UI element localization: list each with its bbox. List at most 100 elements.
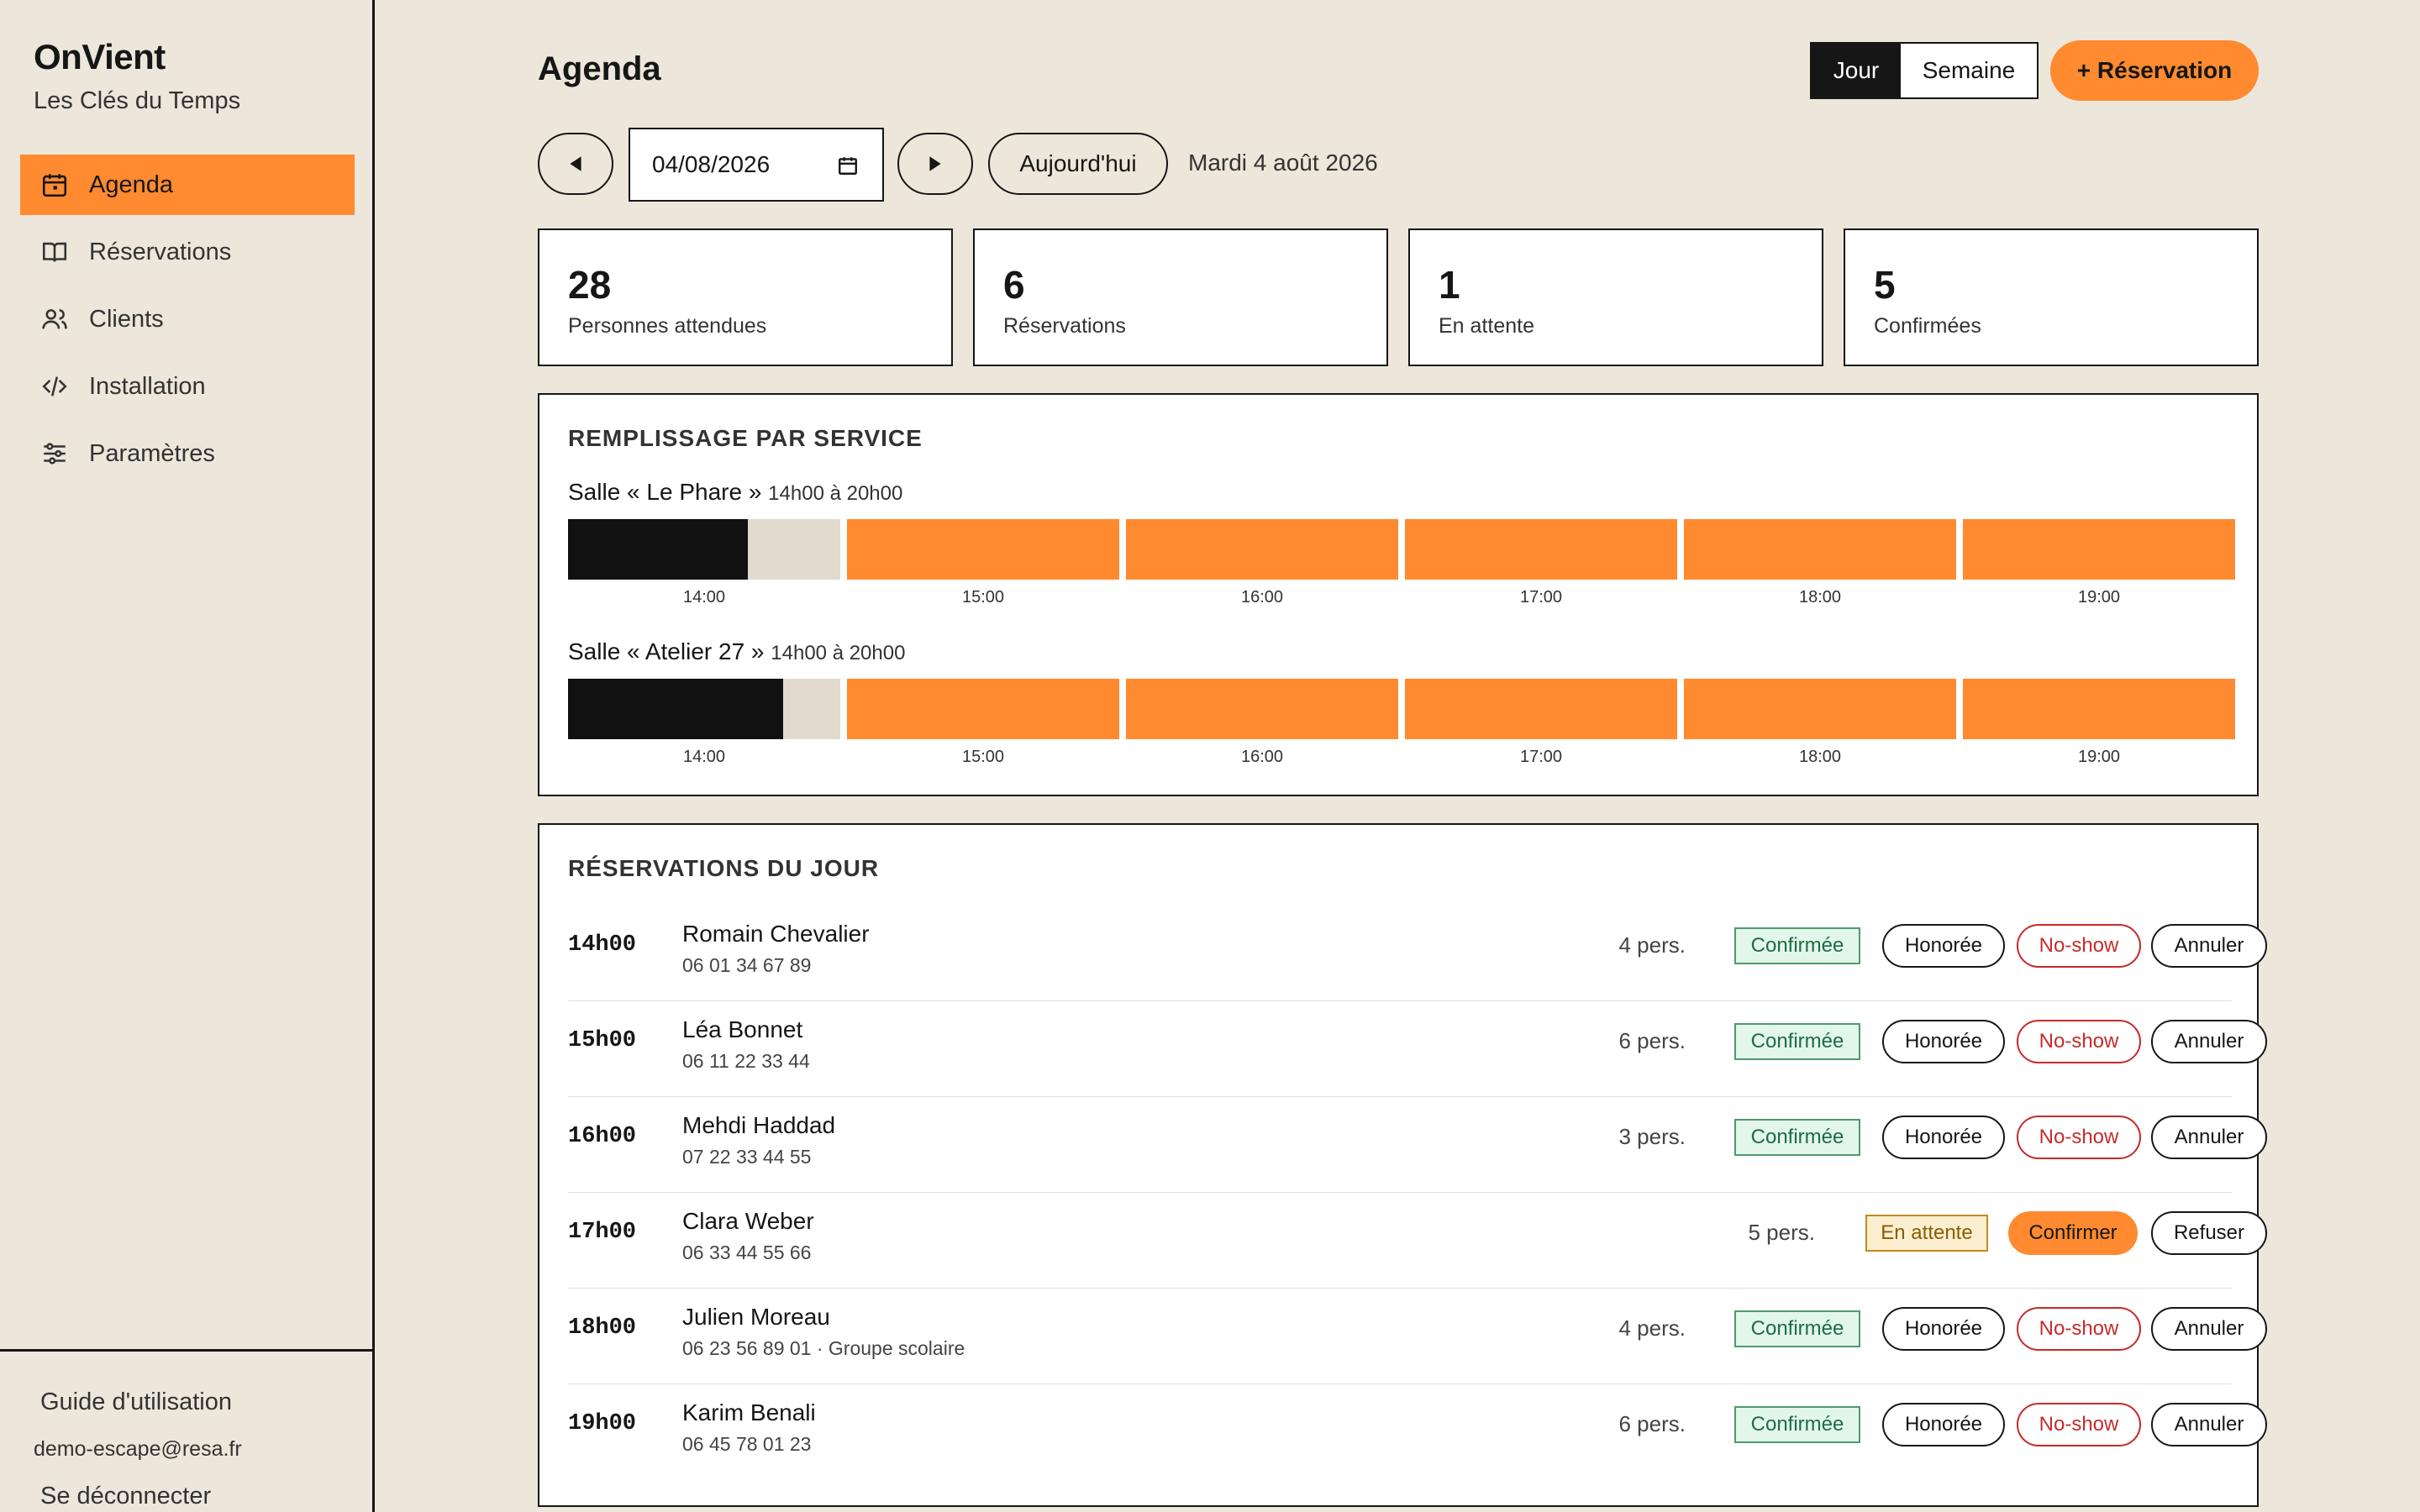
previous-day-button[interactable]: [538, 133, 613, 195]
calendar-picker-icon[interactable]: [837, 155, 859, 176]
sidebar-item-reservations[interactable]: Réservations: [20, 222, 355, 282]
sidebar-item-label: Réservations: [89, 238, 232, 265]
timeslot-label: 18:00: [1798, 748, 1842, 766]
client-name: Romain Chevalier: [682, 921, 870, 947]
sidebar-item-label: Agenda: [89, 171, 173, 198]
client-phone: 06 23 56 89 01 · Groupe scolaire: [682, 1337, 965, 1359]
stat-card-confirmed: 5 Confirmées: [1844, 228, 2259, 366]
logout-link[interactable]: Se déconnecter: [40, 1483, 211, 1510]
sidebar-item-label: Paramètres: [89, 439, 215, 467]
party-size: 6 pers.: [1618, 1411, 1686, 1436]
timeslot-label: 19:00: [2077, 588, 2121, 606]
view-day-button[interactable]: Jour: [1812, 44, 1901, 97]
date-input[interactable]: 04/08/2026: [629, 128, 884, 202]
timeslot-bar[interactable]: [568, 519, 840, 580]
no-show-button[interactable]: No-show: [2017, 1116, 2141, 1159]
reservation-row: 19h00 Karim Benali 06 45 78 01 23 6 pers…: [568, 1384, 2267, 1480]
timeslot-bar[interactable]: [1963, 519, 2235, 580]
timeslot-bar[interactable]: [847, 519, 1119, 580]
cancel-button[interactable]: Annuler: [2151, 1020, 2267, 1063]
honored-button[interactable]: Honorée: [1882, 1116, 2005, 1159]
party-size: 4 pers.: [1618, 1315, 1686, 1341]
sidebar: OnVient Les Clés du Temps Agenda Réserva…: [0, 0, 375, 1512]
reservation-time: 17h00: [568, 1220, 637, 1245]
stat-label: Réservations: [1003, 314, 1126, 338]
users-icon: [42, 309, 67, 329]
date-input-value: 04/08/2026: [652, 151, 771, 177]
current-date-label: Mardi 4 août 2026: [1188, 150, 1378, 176]
timeslot-label: 16:00: [1240, 588, 1284, 606]
view-toggle: Jour Semaine: [1810, 42, 2039, 99]
honored-button[interactable]: Honorée: [1882, 1403, 2005, 1446]
arrow-right-icon: [929, 156, 941, 171]
status-badge: Confirmée: [1734, 1023, 1860, 1060]
timeslot-fill: [568, 519, 748, 580]
no-show-button[interactable]: No-show: [2017, 1020, 2141, 1063]
confirm-button[interactable]: Confirmer: [2008, 1211, 2138, 1255]
status-badge: En attente: [1865, 1215, 1988, 1252]
sidebar-item-label: Clients: [89, 305, 164, 333]
timeslot-label: 14:00: [682, 748, 726, 766]
new-reservation-button[interactable]: + Réservation: [2050, 40, 2259, 101]
timeslot-label: 19:00: [2077, 748, 2121, 766]
fill-by-service-card: REMPLISSAGE PAR SERVICE Salle « Le Phare…: [538, 393, 2259, 796]
sidebar-item-installation[interactable]: Installation: [20, 356, 355, 417]
timeslot-bar[interactable]: [1126, 679, 1398, 739]
stat-value: 5: [1874, 263, 1896, 307]
sidebar-item-agenda[interactable]: Agenda: [20, 155, 355, 215]
timeslot-bar[interactable]: [847, 679, 1119, 739]
cancel-button[interactable]: Annuler: [2151, 1403, 2267, 1446]
party-size: 5 pers.: [1748, 1220, 1816, 1245]
code-icon: [42, 376, 67, 396]
timeslot-label: 16:00: [1240, 748, 1284, 766]
honored-button[interactable]: Honorée: [1882, 1020, 2005, 1063]
guide-link[interactable]: Guide d'utilisation: [40, 1389, 232, 1416]
timeslot-label: 17:00: [1519, 748, 1563, 766]
no-show-button[interactable]: No-show: [2017, 924, 2141, 968]
timeslot-bar[interactable]: [1405, 679, 1677, 739]
client-phone: 06 45 78 01 23: [682, 1433, 812, 1455]
today-button[interactable]: Aujourd'hui: [988, 133, 1168, 195]
honored-button[interactable]: Honorée: [1882, 924, 2005, 968]
client-phone: 07 22 33 44 55: [682, 1146, 812, 1168]
reservation-row: 16h00 Mehdi Haddad 07 22 33 44 55 3 pers…: [568, 1097, 2267, 1193]
reservation-row: 17h00 Clara Weber 06 33 44 55 66 5 pers.…: [568, 1193, 2267, 1289]
page-title: Agenda: [538, 50, 661, 87]
arrow-left-icon: [570, 156, 581, 171]
no-show-button[interactable]: No-show: [2017, 1307, 2141, 1351]
refuse-button[interactable]: Refuser: [2151, 1211, 2267, 1255]
timeslot-label: 15:00: [961, 748, 1005, 766]
reservation-row: 14h00 Romain Chevalier 06 01 34 67 89 4 …: [568, 906, 2267, 1001]
timeslot-fill: [568, 679, 783, 739]
user-email: demo-escape@resa.fr: [34, 1437, 242, 1461]
timeslot-bar[interactable]: [1963, 679, 2235, 739]
timeslot-bar[interactable]: [568, 679, 840, 739]
honored-button[interactable]: Honorée: [1882, 1307, 2005, 1351]
timeslot-bar[interactable]: [1684, 519, 1956, 580]
client-name: Mehdi Haddad: [682, 1112, 836, 1138]
client-phone: 06 01 34 67 89: [682, 954, 812, 976]
cancel-button[interactable]: Annuler: [2151, 1307, 2267, 1351]
party-size: 3 pers.: [1618, 1124, 1686, 1149]
reservation-time: 14h00: [568, 932, 637, 958]
room-hours: 14h00 à 20h00: [768, 482, 903, 505]
timeslot-bar[interactable]: [1405, 519, 1677, 580]
next-day-button[interactable]: [897, 133, 973, 195]
sidebar-item-clients[interactable]: Clients: [20, 289, 355, 349]
client-name: Julien Moreau: [682, 1304, 830, 1330]
view-week-button[interactable]: Semaine: [1901, 44, 2037, 97]
stat-value: 6: [1003, 263, 1025, 307]
timeslot-bar[interactable]: [1126, 519, 1398, 580]
cancel-button[interactable]: Annuler: [2151, 924, 2267, 968]
reservation-row: 15h00 Léa Bonnet 06 11 22 33 44 6 pers. …: [568, 1001, 2267, 1097]
brand-name: OnVient: [34, 37, 166, 76]
status-badge: Confirmée: [1734, 1310, 1860, 1347]
cancel-button[interactable]: Annuler: [2151, 1116, 2267, 1159]
stat-card-pending: 1 En attente: [1408, 228, 1823, 366]
sidebar-item-parametres[interactable]: Paramètres: [20, 423, 355, 484]
status-badge: Confirmée: [1734, 1119, 1860, 1156]
stat-label: En attente: [1439, 314, 1534, 338]
no-show-button[interactable]: No-show: [2017, 1403, 2141, 1446]
timeslot-bar[interactable]: [1684, 679, 1956, 739]
sidebar-footer: Guide d'utilisation demo-escape@resa.fr …: [0, 1349, 375, 1509]
